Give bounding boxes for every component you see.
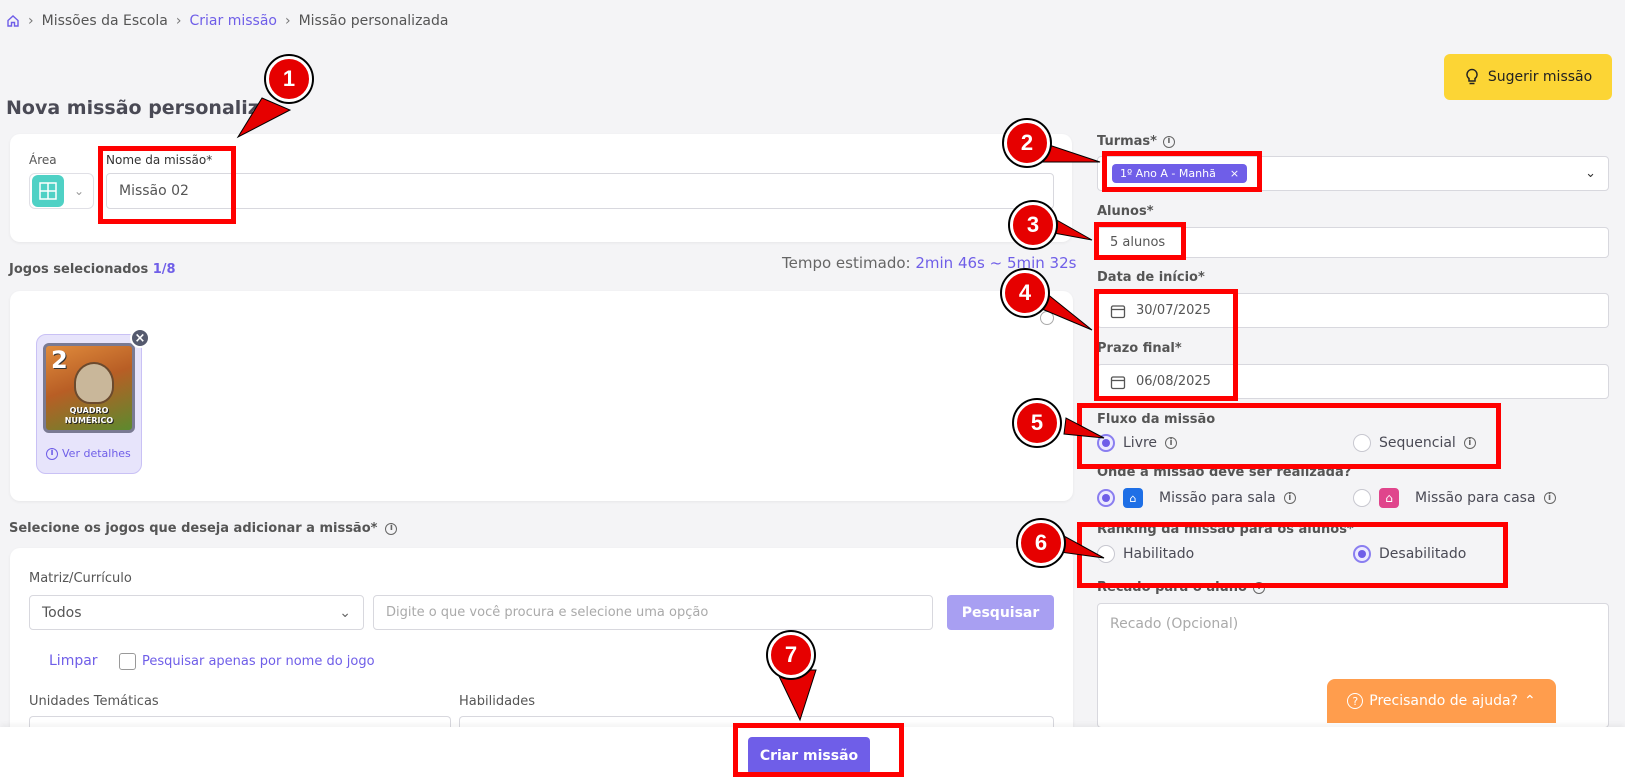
annotation-badge-5: 5: [1014, 400, 1060, 446]
annotation-badge-1: 1: [266, 56, 312, 102]
annotation-badge-2: 2: [1004, 120, 1050, 166]
annotation-badge-4: 4: [1002, 270, 1048, 316]
annotation-badge-6: 6: [1018, 520, 1064, 566]
annotation-badge-3: 3: [1010, 202, 1056, 248]
annotation-badge-7: 7: [768, 632, 814, 678]
